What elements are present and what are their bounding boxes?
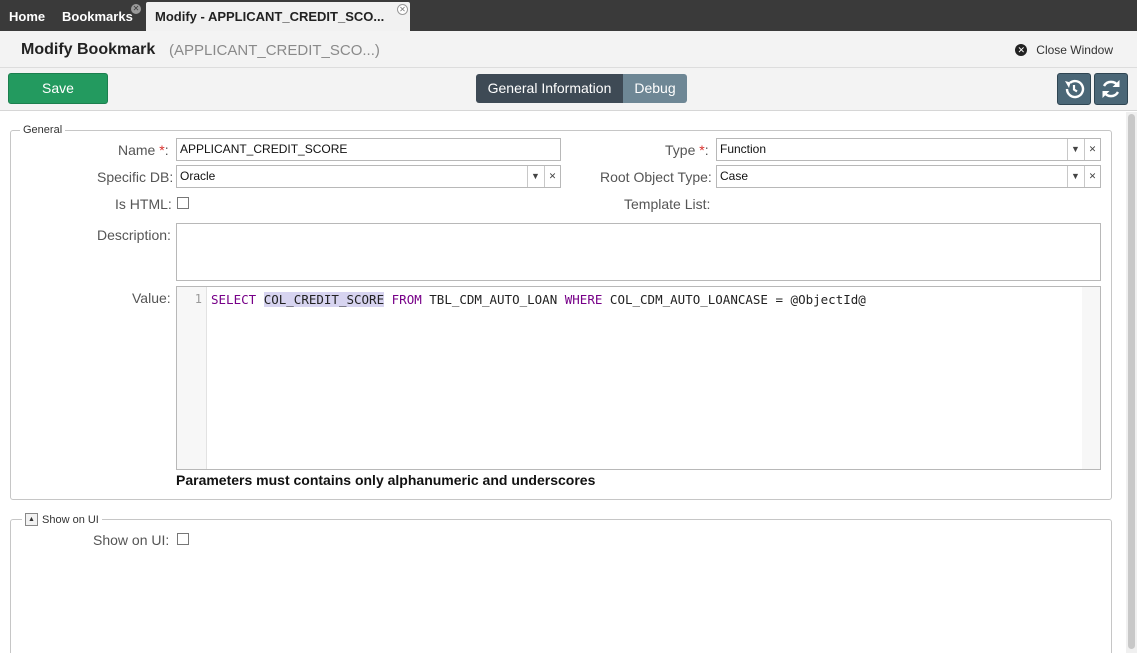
close-tab-modify-icon[interactable]: ✕ xyxy=(397,4,408,15)
tab-home[interactable]: Home xyxy=(9,0,45,31)
history-button[interactable] xyxy=(1057,73,1091,105)
show-on-ui-checkbox[interactable] xyxy=(177,533,189,545)
general-legend: General xyxy=(20,124,66,136)
is-html-checkbox[interactable] xyxy=(177,197,189,209)
type-select-value: Function xyxy=(720,142,767,156)
page-title: Modify Bookmark xyxy=(21,41,156,58)
show-on-ui-fieldset xyxy=(10,519,1112,653)
type-label-text: Type xyxy=(665,142,696,158)
tab-debug[interactable]: Debug xyxy=(623,74,687,103)
tab-modify-bookmark[interactable]: Modify - APPLICANT_CREDIT_SCO... ✕ xyxy=(146,2,410,31)
name-label-text: Name xyxy=(118,142,156,158)
tab-bar: Home Bookmarks ✕ Modify - APPLICANT_CRED… xyxy=(0,0,1137,31)
template-list-label: Template List: xyxy=(624,196,711,212)
tab-bookmarks[interactable]: Bookmarks xyxy=(62,0,133,31)
code-keyword-select: SELECT xyxy=(211,292,257,307)
clear-icon[interactable]: ✕ xyxy=(1084,166,1100,187)
line-number: 1 xyxy=(194,292,202,306)
code-line[interactable]: SELECT COL_CREDIT_SCORE FROM TBL_CDM_AUT… xyxy=(211,292,866,307)
type-label: Type *: xyxy=(665,142,709,158)
line-gutter: 1 xyxy=(177,287,207,469)
type-select[interactable]: Function ▼ ✕ xyxy=(716,138,1101,161)
page-subtitle: (APPLICANT_CREDIT_SCO...) xyxy=(169,42,380,59)
show-on-ui-label: Show on UI: xyxy=(93,532,170,548)
history-icon xyxy=(1065,79,1085,99)
clear-icon[interactable]: ✕ xyxy=(1084,139,1100,160)
show-on-ui-legend-label: Show on UI xyxy=(42,513,99,526)
refresh-icon xyxy=(1102,80,1120,98)
specific-db-value: Oracle xyxy=(180,169,216,183)
close-window-button[interactable]: ✕ Close Window xyxy=(1015,43,1113,57)
root-object-type-select[interactable]: Case ▼ ✕ xyxy=(716,165,1101,188)
name-label: Name *: xyxy=(118,142,169,158)
code-keyword-where: WHERE xyxy=(564,292,603,307)
chevron-down-icon[interactable]: ▼ xyxy=(527,166,543,187)
name-input[interactable]: APPLICANT_CREDIT_SCORE xyxy=(176,138,561,161)
required-marker: * xyxy=(159,142,165,158)
editor-right-gutter xyxy=(1082,287,1100,469)
scrollbar-thumb[interactable] xyxy=(1128,114,1135,649)
collapse-toggle-icon[interactable]: ▲ xyxy=(25,513,38,526)
description-textarea[interactable] xyxy=(176,223,1101,281)
required-marker: * xyxy=(699,142,705,158)
vertical-scrollbar[interactable] xyxy=(1126,112,1137,653)
refresh-button[interactable] xyxy=(1094,73,1128,105)
save-button[interactable]: Save xyxy=(8,73,108,104)
root-object-type-value: Case xyxy=(720,169,749,183)
page-header: Modify Bookmark (APPLICANT_CREDIT_SCO...… xyxy=(0,31,1137,68)
code-table: TBL_CDM_AUTO_LOAN xyxy=(429,292,558,307)
chevron-down-icon[interactable]: ▼ xyxy=(1067,166,1083,187)
show-on-ui-legend[interactable]: ▲ Show on UI xyxy=(22,513,102,526)
clear-icon[interactable]: ✕ xyxy=(544,166,560,187)
is-html-label: Is HTML: xyxy=(115,196,172,212)
close-tab-bookmarks-icon[interactable]: ✕ xyxy=(131,4,141,14)
code-condition: COL_CDM_AUTO_LOANCASE = @ObjectId@ xyxy=(609,292,866,307)
code-keyword-from: FROM xyxy=(391,292,422,307)
close-circle-icon: ✕ xyxy=(1015,44,1028,56)
description-label: Description: xyxy=(97,227,171,243)
root-object-type-label: Root Object Type: xyxy=(600,169,712,185)
value-label: Value: xyxy=(132,290,171,306)
tab-modify-label: Modify - APPLICANT_CREDIT_SCO... xyxy=(155,9,385,24)
code-column-highlight: COL_CREDIT_SCORE xyxy=(263,292,385,307)
specific-db-label: Specific DB: xyxy=(97,169,174,185)
parameters-hint: Parameters must contains only alphanumer… xyxy=(176,472,596,488)
specific-db-select[interactable]: Oracle ▼ ✕ xyxy=(176,165,561,188)
value-code-editor[interactable]: 1 SELECT COL_CREDIT_SCORE FROM TBL_CDM_A… xyxy=(176,286,1101,470)
close-window-label: Close Window xyxy=(1036,43,1113,57)
chevron-down-icon[interactable]: ▼ xyxy=(1067,139,1083,160)
tab-general-information[interactable]: General Information xyxy=(476,74,623,103)
toolbar: Save General Information Debug xyxy=(0,68,1137,111)
